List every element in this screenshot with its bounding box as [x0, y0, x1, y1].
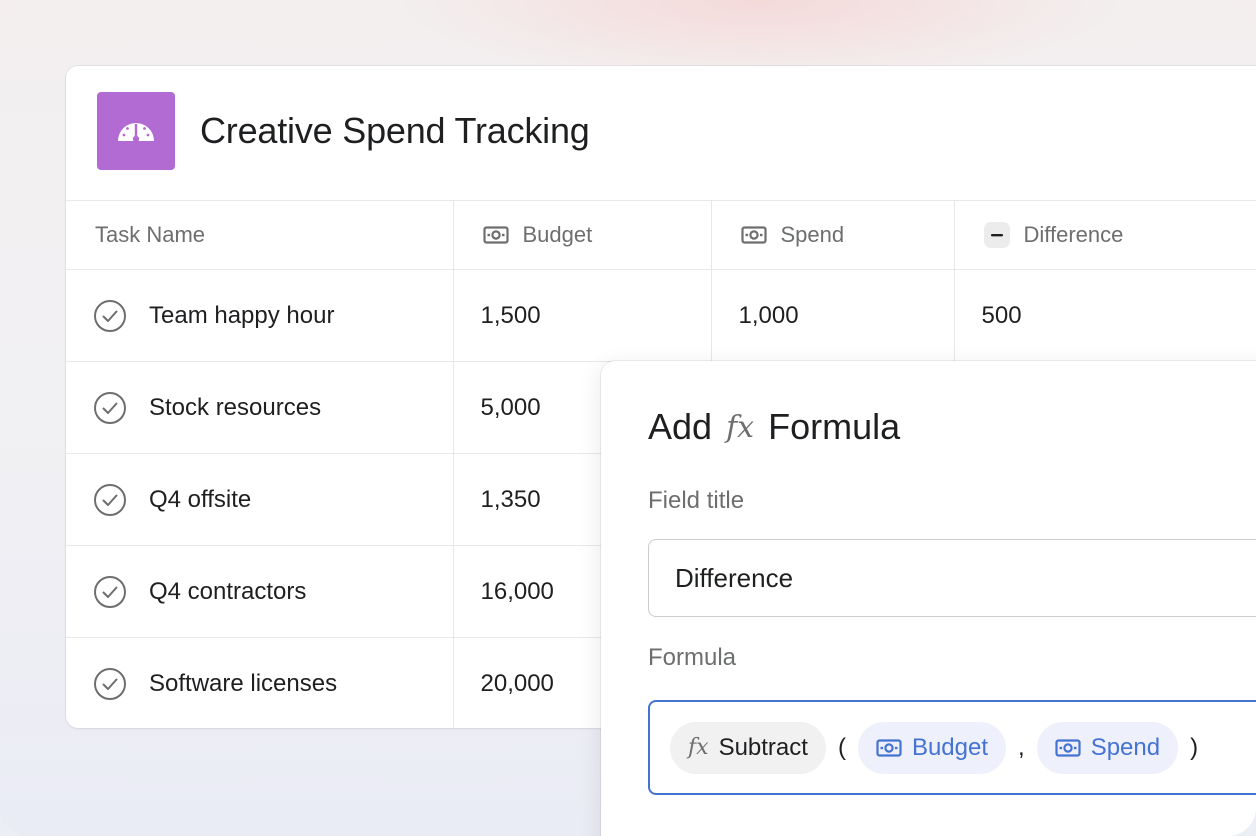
checkmark-circle-icon[interactable] [93, 299, 127, 333]
task-name: Stock resources [149, 393, 322, 421]
field-title-input[interactable] [648, 539, 1256, 617]
column-header-difference[interactable]: Difference [954, 200, 1256, 270]
table-row[interactable]: Team happy hour 1,500 1,000 500 [66, 269, 1256, 362]
task-name: Q4 contractors [149, 577, 307, 605]
open-paren: ( [837, 733, 846, 761]
currency-icon [876, 738, 902, 757]
checkmark-circle-icon[interactable] [93, 391, 127, 425]
column-header-spend[interactable]: Spend [711, 200, 955, 270]
currency-icon [482, 226, 509, 244]
task-name-cell[interactable]: Stock resources [66, 361, 454, 454]
field-title-label: Field title [648, 487, 745, 514]
task-name: Team happy hour [149, 301, 335, 329]
task-name-cell[interactable]: Q4 contractors [66, 545, 454, 638]
task-name-cell[interactable]: Q4 offsite [66, 453, 454, 546]
add-formula-dialog: Add fx Formula Field title Formula fx Su… [601, 361, 1256, 836]
gauge-icon [97, 92, 175, 170]
currency-icon [1055, 738, 1081, 757]
budget-cell[interactable]: 1,500 [453, 269, 712, 362]
task-name: Software licenses [149, 669, 338, 697]
dialog-title: Add fx Formula [648, 406, 901, 447]
formula-input[interactable]: fx Subtract ( Budget , Spend) [648, 700, 1256, 795]
close-paren: ) [1190, 733, 1199, 761]
project-title: Creative Spend Tracking [200, 110, 590, 151]
task-name-cell[interactable]: Team happy hour [66, 269, 454, 362]
minus-icon [983, 222, 1010, 248]
spend-cell[interactable]: 1,000 [711, 269, 955, 362]
function-icon: fx [726, 409, 755, 445]
table-header-row: Task Name Budget Spend Difference [66, 200, 1256, 270]
task-name-cell[interactable]: Software licenses [66, 637, 454, 728]
formula-field-chip-budget[interactable]: Budget [857, 721, 1007, 774]
background-frame: Creative Spend Tracking Task Name Budget… [0, 0, 1256, 836]
task-name: Q4 offsite [149, 485, 252, 513]
difference-cell: 500 [954, 269, 1256, 362]
column-header-task-name[interactable]: Task Name [66, 200, 454, 270]
argument-separator: , [1018, 733, 1025, 761]
function-icon: fx [688, 735, 709, 760]
formula-field-chip-spend[interactable]: Spend [1036, 721, 1179, 774]
currency-icon [740, 226, 767, 244]
checkmark-circle-icon[interactable] [93, 483, 127, 517]
column-header-budget[interactable]: Budget [453, 200, 712, 270]
checkmark-circle-icon[interactable] [93, 575, 127, 609]
formula-label: Formula [648, 644, 737, 671]
checkmark-circle-icon[interactable] [93, 667, 127, 701]
formula-function-chip[interactable]: fx Subtract [670, 721, 826, 774]
project-header: Creative Spend Tracking [66, 66, 1256, 200]
